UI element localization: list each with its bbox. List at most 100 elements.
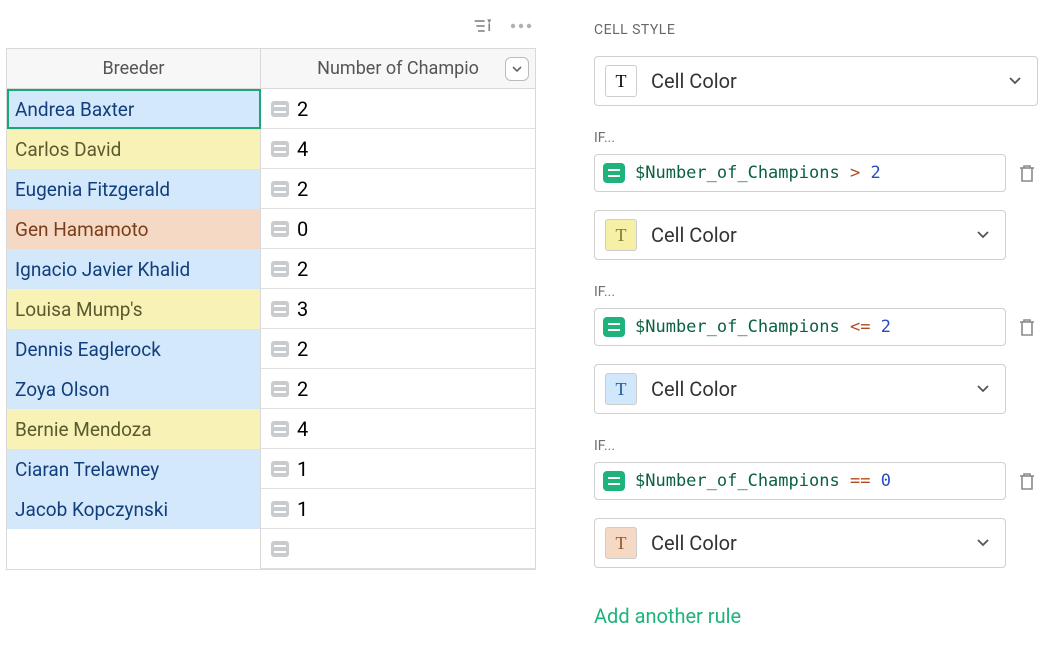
- table-row: Gen Hamamoto 0: [7, 209, 535, 249]
- champions-value: 4: [297, 137, 308, 161]
- breeder-cell[interactable]: Gen Hamamoto: [7, 209, 261, 249]
- chevron-down-icon: [975, 377, 991, 401]
- breeder-cell[interactable]: Bernie Mendoza: [7, 409, 261, 449]
- champions-cell[interactable]: 3: [261, 289, 535, 328]
- breeder-cell[interactable]: Jacob Kopczynski: [7, 489, 261, 529]
- grid-header-row: Breeder Number of Champio: [7, 49, 535, 89]
- breeder-cell[interactable]: Zoya Olson: [7, 369, 261, 409]
- champions-cell[interactable]: 2: [261, 249, 535, 288]
- champions-cell[interactable]: 2: [261, 89, 535, 128]
- champions-cell[interactable]: 2: [261, 329, 535, 368]
- champions-value: 2: [297, 177, 308, 201]
- champions-value: 2: [297, 97, 308, 121]
- reference-icon: [271, 181, 289, 197]
- grid-toolbar: [0, 0, 546, 48]
- conditional-rule: IF... $Number_of_Champions > 2 TCell Color: [594, 130, 1038, 260]
- text-swatch-icon: T: [605, 527, 637, 559]
- champions-value: 0: [297, 217, 308, 241]
- delete-rule-button[interactable]: [1016, 163, 1038, 183]
- table-row-empty: [7, 529, 535, 569]
- formula-icon: [603, 471, 625, 491]
- if-label: IF...: [594, 284, 1038, 300]
- champions-cell[interactable]: 1: [261, 489, 535, 528]
- reference-icon: [271, 541, 289, 557]
- table-row: Ignacio Javier Khalid2: [7, 249, 535, 289]
- champions-cell[interactable]: 2: [261, 169, 535, 208]
- breeder-cell[interactable]: Eugenia Fitzgerald: [7, 169, 261, 209]
- table-row: Eugenia Fitzgerald 2: [7, 169, 535, 209]
- champions-value: 1: [297, 497, 308, 521]
- champions-cell[interactable]: 1: [261, 449, 535, 488]
- breeder-cell[interactable]: Carlos David: [7, 129, 261, 169]
- chevron-down-icon: [975, 531, 991, 555]
- condition-input[interactable]: $Number_of_Champions == 0: [594, 462, 1006, 500]
- conditional-rule: IF... $Number_of_Champions == 0 TCell Colo…: [594, 438, 1038, 568]
- delete-rule-button[interactable]: [1016, 317, 1038, 337]
- add-rule-button[interactable]: Add another rule: [594, 604, 741, 628]
- formula-icon: [603, 163, 625, 183]
- reference-icon: [271, 461, 289, 477]
- condition-row: $Number_of_Champions <= 2: [594, 308, 1038, 346]
- champions-cell[interactable]: 4: [261, 129, 535, 168]
- champions-value: 4: [297, 417, 308, 441]
- text-swatch-icon: T: [605, 219, 637, 251]
- reference-icon: [271, 301, 289, 317]
- breeder-cell[interactable]: Andrea Baxter: [7, 89, 261, 129]
- reference-icon: [271, 101, 289, 117]
- reference-icon: [271, 141, 289, 157]
- table-row: Carlos David 4: [7, 129, 535, 169]
- reference-icon: [271, 261, 289, 277]
- condition-input[interactable]: $Number_of_Champions > 2: [594, 154, 1006, 192]
- champions-value: 1: [297, 457, 308, 481]
- reference-icon: [271, 221, 289, 237]
- breeder-cell[interactable]: Ciaran Trelawney: [7, 449, 261, 489]
- reference-icon: [271, 421, 289, 437]
- if-label: IF...: [594, 130, 1038, 146]
- champions-cell[interactable]: 2: [261, 369, 535, 408]
- condition-row: $Number_of_Champions > 2: [594, 154, 1038, 192]
- champions-value: 2: [297, 377, 308, 401]
- column-menu-button[interactable]: [505, 57, 529, 81]
- table-row: Louisa Mump's3: [7, 289, 535, 329]
- condition-text: $Number_of_Champions == 0: [635, 471, 891, 491]
- champions-cell[interactable]: 0: [261, 209, 535, 248]
- more-icon[interactable]: [508, 16, 534, 36]
- condition-text: $Number_of_Champions <= 2: [635, 317, 891, 337]
- champions-cell[interactable]: 4: [261, 409, 535, 448]
- delete-rule-button[interactable]: [1016, 471, 1038, 491]
- breeder-cell[interactable]: Louisa Mump's: [7, 289, 261, 329]
- column-header-champions[interactable]: Number of Champio: [261, 49, 535, 88]
- condition-input[interactable]: $Number_of_Champions <= 2: [594, 308, 1006, 346]
- filter-icon[interactable]: [472, 16, 494, 36]
- text-swatch-icon: T: [605, 65, 637, 97]
- column-header-label: Breeder: [102, 58, 164, 79]
- table-row: Jacob Kopczynski 1: [7, 489, 535, 529]
- table-row: Bernie Mendoza 4: [7, 409, 535, 449]
- breeder-cell-empty[interactable]: [7, 529, 261, 569]
- rule-style-select[interactable]: TCell Color: [594, 210, 1006, 260]
- text-swatch-icon: T: [605, 373, 637, 405]
- table-row: Andrea Baxter 2: [7, 89, 535, 129]
- breeder-cell[interactable]: Ignacio Javier Khalid: [7, 249, 261, 289]
- chevron-down-icon: [975, 223, 991, 247]
- chevron-down-icon: [1007, 69, 1023, 93]
- data-grid-pane: Breeder Number of Champio Andrea Baxter 2…: [0, 0, 546, 661]
- champions-cell-empty[interactable]: [261, 529, 535, 568]
- rule-style-select[interactable]: TCell Color: [594, 518, 1006, 568]
- column-header-breeder[interactable]: Breeder: [7, 49, 261, 88]
- rule-style-select[interactable]: T Cell Color: [594, 364, 1006, 414]
- data-grid: Breeder Number of Champio Andrea Baxter 2…: [6, 48, 536, 570]
- column-header-label: Number of Champio: [317, 58, 479, 79]
- reference-icon: [271, 381, 289, 397]
- reference-icon: [271, 341, 289, 357]
- condition-row: $Number_of_Champions == 0: [594, 462, 1038, 500]
- select-label: Cell Color: [651, 69, 737, 93]
- table-row: Zoya Olson 2: [7, 369, 535, 409]
- default-style-select[interactable]: T Cell Color: [594, 56, 1038, 106]
- table-row: Dennis Eaglerock 2: [7, 329, 535, 369]
- cell-style-panel: CELL STYLE T Cell Color IF...$Number_of_…: [546, 0, 1048, 661]
- breeder-cell[interactable]: Dennis Eaglerock: [7, 329, 261, 369]
- if-label: IF...: [594, 438, 1038, 454]
- champions-value: 2: [297, 337, 308, 361]
- select-label: Cell Color: [651, 377, 737, 401]
